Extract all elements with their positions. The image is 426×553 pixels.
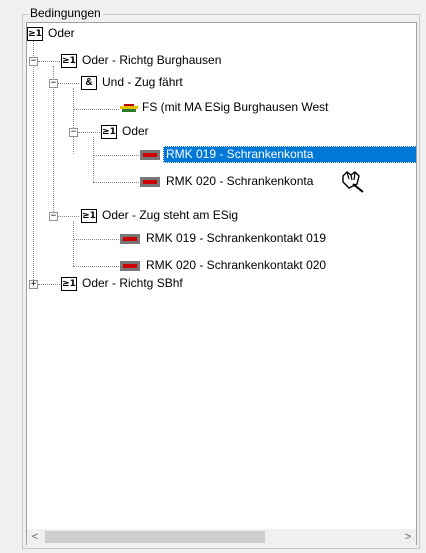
or-gate-icon: ≥1 xyxy=(61,54,77,68)
tree-node-label[interactable]: RMK 019 - Schrankenkontakt 019 xyxy=(144,231,328,246)
tree-node-label[interactable]: FS (mit MA ESig Burghausen West xyxy=(140,100,331,115)
or-gate-icon: ≥1 xyxy=(101,125,117,139)
collapse-toggle[interactable]: − xyxy=(29,57,38,66)
collapse-toggle[interactable]: − xyxy=(49,212,58,221)
expand-toggle[interactable]: + xyxy=(29,280,38,289)
tree-connector xyxy=(73,109,119,110)
tree-node-label[interactable]: Oder - Richtg SBhf xyxy=(80,276,185,291)
tree-connector xyxy=(73,221,74,266)
drag-hand-cursor-icon xyxy=(342,171,364,193)
scroll-right-button[interactable]: > xyxy=(400,529,416,545)
tree-node-label[interactable]: RMK 020 - Schrankenkonta xyxy=(164,174,315,189)
tree-connector xyxy=(58,83,79,84)
route-signal-icon xyxy=(120,104,138,114)
groupbox-title: Bedingungen xyxy=(28,6,103,20)
or-gate-icon: ≥1 xyxy=(81,209,97,223)
tree-connector xyxy=(38,284,60,285)
track-contact-icon xyxy=(140,150,160,160)
track-contact-icon xyxy=(120,261,140,271)
tree-node-label-selected[interactable]: RMK 019 - Schrankenkonta xyxy=(163,146,416,163)
tree-connector xyxy=(93,182,139,183)
tree-connector xyxy=(73,88,74,154)
scroll-thumb[interactable] xyxy=(45,531,265,543)
tree-node-label[interactable]: Oder xyxy=(46,26,77,41)
tree-node-label[interactable]: Und - Zug fährt xyxy=(100,75,185,90)
tree-connector xyxy=(73,266,119,267)
collapse-toggle[interactable]: − xyxy=(49,79,58,88)
tree-connector xyxy=(78,132,100,133)
tree-connector xyxy=(73,239,119,240)
or-gate-icon: ≥1 xyxy=(61,277,77,291)
scroll-left-button[interactable]: < xyxy=(27,529,43,545)
tree-connector xyxy=(38,61,60,62)
collapse-toggle[interactable]: − xyxy=(69,128,78,137)
track-contact-icon xyxy=(120,234,140,244)
tree-node-label[interactable]: RMK 020 - Schrankenkontakt 020 xyxy=(144,258,328,273)
tree-connector xyxy=(58,216,79,217)
tree-connector xyxy=(53,66,54,216)
and-gate-icon: & xyxy=(81,76,97,90)
conditions-tree[interactable]: ≥1 Oder − ≥1 Oder - Richtg Burghausen − … xyxy=(26,22,417,545)
tree-node-label[interactable]: Oder xyxy=(120,124,151,139)
tree-connector xyxy=(33,41,34,284)
track-contact-icon xyxy=(140,177,160,187)
horizontal-scrollbar[interactable]: < > xyxy=(27,529,416,545)
or-gate-icon: ≥1 xyxy=(27,27,43,41)
tree-node-label[interactable]: Oder - Richtg Burghausen xyxy=(80,53,223,68)
tree-connector xyxy=(93,155,139,156)
tree-node-label[interactable]: Oder - Zug steht am ESig xyxy=(100,208,240,223)
tree-connector xyxy=(93,137,94,182)
